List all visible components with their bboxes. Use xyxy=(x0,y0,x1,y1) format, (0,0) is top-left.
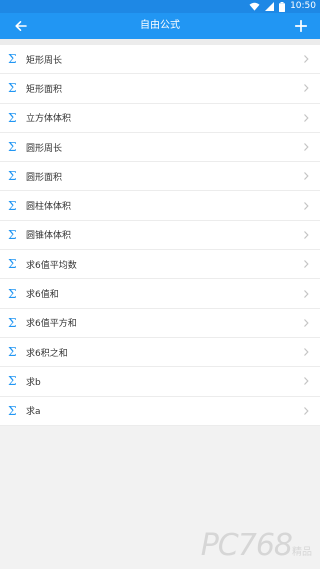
list-item[interactable]: Σ 求6值平均数 xyxy=(0,250,320,280)
chevron-right-icon xyxy=(304,260,309,269)
chevron-right-icon xyxy=(304,318,309,327)
list-item-label: 圆锥体体积 xyxy=(26,231,72,242)
sigma-icon: Σ xyxy=(8,315,17,330)
list-item-label: 求6值平均数 xyxy=(26,260,77,271)
add-formula-button[interactable] xyxy=(288,13,314,39)
sigma-icon: Σ xyxy=(8,140,17,155)
list-item[interactable]: Σ 圆柱体体积 xyxy=(0,191,320,221)
chevron-right-icon xyxy=(304,231,309,239)
list-item-label: 求6值平方和 xyxy=(26,319,77,330)
sigma-icon: Σ xyxy=(8,110,17,125)
app-bar: 自由公式 xyxy=(0,13,320,39)
list-item-label: 立方体体积 xyxy=(26,114,72,125)
chevron-right-icon xyxy=(304,201,309,210)
status-time: 10:50 xyxy=(290,1,316,11)
sigma-icon: Σ xyxy=(8,286,17,301)
list-item[interactable]: Σ 矩形面积 xyxy=(0,74,320,104)
list-item[interactable]: Σ 圆锥体体积 xyxy=(0,221,320,251)
watermark-sub: 精品 xyxy=(292,547,312,558)
page-title: 自由公式 xyxy=(140,20,180,31)
list-item[interactable]: Σ 立方体体积 xyxy=(0,104,320,133)
list-item[interactable]: Σ 圆形面积 xyxy=(0,162,320,192)
chevron-right-icon xyxy=(304,55,309,64)
sigma-icon: Σ xyxy=(8,198,17,213)
sigma-icon: Σ xyxy=(8,257,17,272)
sigma-icon: Σ xyxy=(8,81,17,96)
sigma-icon: Σ xyxy=(8,52,17,67)
list-item[interactable]: Σ 求6值和 xyxy=(0,279,320,309)
chevron-right-icon xyxy=(304,113,309,122)
list-item[interactable]: Σ 矩形周长 xyxy=(0,45,320,75)
plus-icon xyxy=(295,20,307,32)
list-item[interactable]: Σ 求a xyxy=(0,397,320,426)
status-icons: 10:50 xyxy=(249,1,316,12)
chevron-right-icon xyxy=(304,172,309,181)
list-item[interactable]: Σ 求6积之和 xyxy=(0,338,320,368)
list-item-label: 矩形面积 xyxy=(26,84,63,95)
list-item-label: 圆形周长 xyxy=(26,143,63,154)
list-item-label: 矩形周长 xyxy=(26,55,63,66)
list-item-label: 圆形面积 xyxy=(26,172,63,183)
list-item[interactable]: Σ 求6值平方和 xyxy=(0,309,320,338)
list-item-label: 圆柱体体积 xyxy=(26,202,72,213)
sigma-icon: Σ xyxy=(8,374,17,389)
sigma-icon: Σ xyxy=(8,169,17,184)
chevron-right-icon xyxy=(304,377,309,386)
wifi-icon xyxy=(249,2,260,11)
list-item[interactable]: Σ 圆形周长 xyxy=(0,133,320,163)
sigma-icon: Σ xyxy=(8,345,17,360)
status-bar: 10:50 xyxy=(0,0,320,13)
battery-icon xyxy=(279,1,286,12)
chevron-right-icon xyxy=(304,143,309,151)
list-item-label: 求a xyxy=(26,407,41,418)
sigma-icon: Σ xyxy=(8,227,17,242)
formula-list: Σ 矩形周长 Σ 矩形面积 Σ 立方体体积 Σ 圆形周长 Σ 圆形面积 Σ 圆柱体体积 Σ 圆锥体体积 Σ 求… xyxy=(0,45,320,426)
list-item-label: 求6值和 xyxy=(26,290,59,301)
watermark-text: PC768 xyxy=(200,528,293,563)
chevron-right-icon xyxy=(304,348,309,357)
chevron-right-icon xyxy=(304,84,309,93)
list-item-label: 求6积之和 xyxy=(26,348,68,359)
watermark: PC768精品 xyxy=(201,528,312,563)
signal-icon xyxy=(265,2,275,11)
list-item-label: 求b xyxy=(26,377,41,388)
chevron-right-icon xyxy=(304,406,309,415)
sigma-icon: Σ xyxy=(8,403,17,418)
list-item[interactable]: Σ 求b xyxy=(0,367,320,397)
chevron-right-icon xyxy=(304,289,309,298)
